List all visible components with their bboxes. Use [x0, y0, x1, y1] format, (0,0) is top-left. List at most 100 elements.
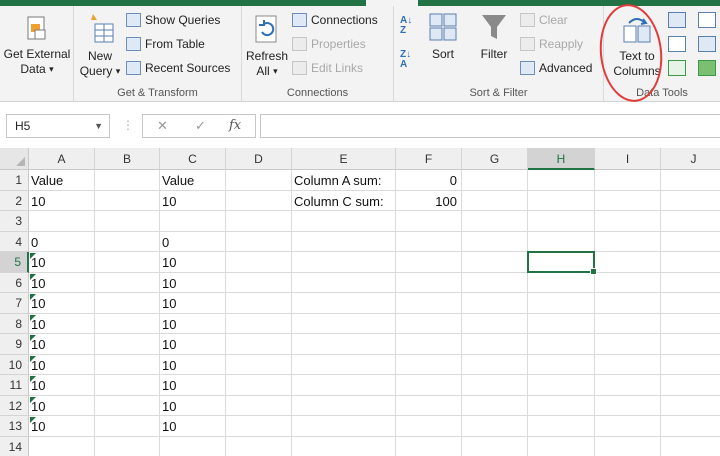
- insert-function-icon[interactable]: fx: [229, 118, 241, 133]
- dropdown-arrow-icon: ▾: [49, 64, 54, 74]
- worksheet-grid[interactable]: A B C D E F G H I J 1 2 3 4 5 6 7 8 9 10 11 12 13 14 Value Value C…: [0, 148, 720, 456]
- cell-f1[interactable]: 0: [396, 170, 462, 190]
- group-sort-filter: A↓ Z Z↓ A Sort Filter Clear Reapply Advanc…: [394, 6, 604, 102]
- number-as-text-indicator-icon[interactable]: [30, 253, 36, 259]
- formula-input[interactable]: [260, 114, 720, 138]
- cell-a8[interactable]: 10: [29, 314, 95, 334]
- show-queries-button[interactable]: Show Queries: [126, 10, 220, 30]
- cell-c5[interactable]: 10: [160, 252, 226, 272]
- cell-a4[interactable]: 0: [29, 232, 95, 252]
- column-header-j[interactable]: J: [661, 148, 720, 170]
- relationships-icon[interactable]: [698, 36, 716, 52]
- connections-icon: [292, 13, 307, 27]
- row-header-5[interactable]: 5: [0, 252, 29, 273]
- properties-label: Properties: [311, 37, 366, 51]
- cell-c10[interactable]: 10: [160, 355, 226, 375]
- cell-a11[interactable]: 10: [29, 375, 95, 395]
- row-header-13[interactable]: 13: [0, 416, 29, 437]
- remove-duplicates-icon[interactable]: [668, 36, 686, 52]
- cell-c1[interactable]: Value: [160, 170, 226, 190]
- cell-c2[interactable]: 10: [160, 191, 226, 211]
- cell-e1[interactable]: Column A sum:: [292, 170, 412, 190]
- new-query-button[interactable]: New Query ▾: [78, 12, 122, 79]
- active-cell-selection[interactable]: [527, 251, 597, 275]
- cell-a6[interactable]: 10: [29, 273, 95, 293]
- cell-c11[interactable]: 10: [160, 375, 226, 395]
- cell-a1[interactable]: Value: [29, 170, 95, 190]
- row-header-6[interactable]: 6: [0, 272, 29, 293]
- select-all-button[interactable]: [0, 148, 29, 170]
- column-header-f[interactable]: F: [396, 148, 462, 170]
- cell-c7[interactable]: 10: [160, 293, 226, 313]
- cell-a10[interactable]: 10: [29, 355, 95, 375]
- column-header-a[interactable]: A: [29, 148, 95, 170]
- column-header-b[interactable]: B: [95, 148, 160, 170]
- number-as-text-indicator-icon[interactable]: [30, 417, 36, 423]
- from-table-button[interactable]: From Table: [126, 34, 205, 54]
- recent-sources-button[interactable]: Recent Sources: [126, 58, 230, 78]
- number-as-text-indicator-icon[interactable]: [30, 294, 36, 300]
- row-header-12[interactable]: 12: [0, 395, 29, 416]
- consolidate-icon[interactable]: [698, 12, 716, 28]
- column-header-g[interactable]: G: [462, 148, 528, 170]
- row-header-8[interactable]: 8: [0, 313, 29, 334]
- filter-button[interactable]: Filter: [474, 12, 514, 62]
- data-validation-icon[interactable]: [668, 60, 686, 76]
- get-external-data-button[interactable]: Get External Data ▾: [2, 16, 72, 77]
- cell-a7[interactable]: 10: [29, 293, 95, 313]
- number-as-text-indicator-icon[interactable]: [30, 314, 36, 321]
- number-as-text-indicator-icon[interactable]: [30, 335, 36, 341]
- cell-a12[interactable]: 10: [29, 396, 95, 416]
- row-header-10[interactable]: 10: [0, 354, 29, 375]
- enter-icon[interactable]: ✓: [195, 118, 206, 134]
- reapply-button[interactable]: Reapply: [520, 34, 583, 54]
- cell-e2[interactable]: Column C sum:: [292, 191, 412, 211]
- flash-fill-icon[interactable]: [668, 12, 686, 28]
- manage-data-model-icon[interactable]: [698, 60, 716, 76]
- number-as-text-indicator-icon[interactable]: [30, 376, 36, 382]
- resize-handle-icon[interactable]: ⋮: [122, 118, 134, 132]
- row-header-4[interactable]: 4: [0, 231, 29, 252]
- properties-button[interactable]: Properties: [292, 34, 366, 54]
- sort-button[interactable]: Sort: [424, 12, 462, 62]
- cell-a13[interactable]: 10: [29, 416, 95, 436]
- row-header-9[interactable]: 9: [0, 334, 29, 355]
- number-as-text-indicator-icon[interactable]: [30, 273, 36, 280]
- number-as-text-indicator-icon[interactable]: [30, 355, 36, 362]
- cancel-icon[interactable]: ✕: [157, 118, 168, 134]
- sort-icon: [428, 12, 458, 44]
- cell-f2[interactable]: 100: [396, 191, 462, 211]
- number-as-text-indicator-icon[interactable]: [30, 396, 36, 403]
- name-box[interactable]: H5 ▼: [6, 114, 110, 138]
- row-header-1[interactable]: 1: [0, 170, 29, 191]
- cell-c8[interactable]: 10: [160, 314, 226, 334]
- cell-c12[interactable]: 10: [160, 396, 226, 416]
- column-header-h[interactable]: H: [528, 148, 595, 170]
- cell-a2[interactable]: 10: [29, 191, 95, 211]
- connections-button[interactable]: Connections: [292, 10, 378, 30]
- refresh-all-button[interactable]: Refresh All ▾: [244, 12, 290, 79]
- sort-a-to-z-icon[interactable]: A↓ Z: [400, 16, 412, 36]
- row-header-3[interactable]: 3: [0, 211, 29, 232]
- row-header-7[interactable]: 7: [0, 293, 29, 314]
- row-header-2[interactable]: 2: [0, 190, 29, 211]
- cell-c4[interactable]: 0: [160, 232, 226, 252]
- cell-a9[interactable]: 10: [29, 334, 95, 354]
- show-queries-icon: [126, 13, 141, 27]
- edit-links-button[interactable]: Edit Links: [292, 58, 363, 78]
- row-header-11[interactable]: 11: [0, 375, 29, 396]
- column-header-e[interactable]: E: [292, 148, 396, 170]
- refresh-all-label-1: Refresh: [245, 49, 289, 63]
- cell-c6[interactable]: 10: [160, 273, 226, 293]
- advanced-button[interactable]: Advanced: [520, 58, 592, 78]
- clear-button[interactable]: Clear: [520, 10, 568, 30]
- new-query-label-2: Query: [79, 64, 113, 78]
- row-header-14[interactable]: 14: [0, 436, 29, 456]
- column-header-d[interactable]: D: [226, 148, 292, 170]
- sort-z-to-a-icon[interactable]: Z↓ A: [400, 50, 411, 70]
- column-header-c[interactable]: C: [160, 148, 226, 170]
- cell-c13[interactable]: 10: [160, 416, 226, 436]
- cell-a5[interactable]: 10: [29, 252, 95, 272]
- column-header-i[interactable]: I: [595, 148, 661, 170]
- cell-c9[interactable]: 10: [160, 334, 226, 354]
